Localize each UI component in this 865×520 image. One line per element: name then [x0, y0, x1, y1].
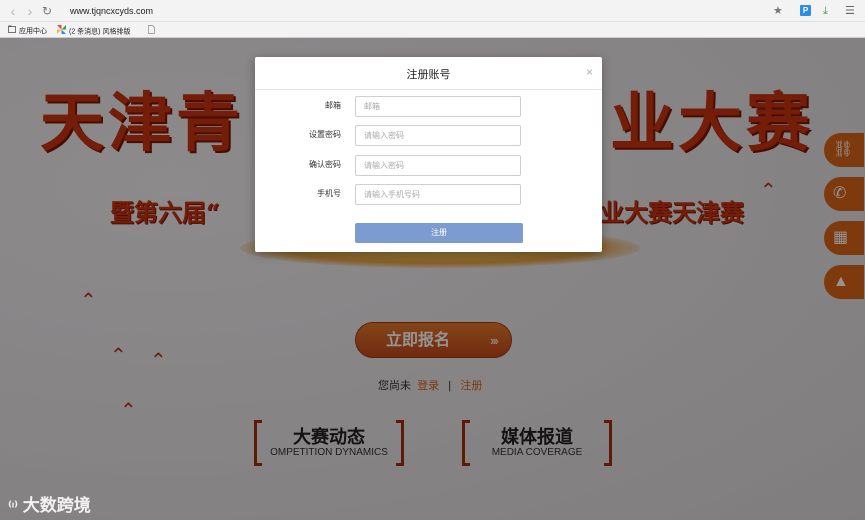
bookmark-label: 应用中心 [19, 27, 47, 35]
extension-p-icon[interactable]: P [800, 5, 811, 16]
phone-label: 手机号 [317, 189, 341, 198]
bookmark-style-layout[interactable]: (2 条消息) 风格排版 [57, 25, 130, 38]
bookmarks-bar: 应用中心 (2 条消息) 风格排版 [0, 22, 865, 38]
back-icon[interactable]: ‹ [6, 3, 20, 19]
modal-title: 注册账号 [406, 69, 451, 81]
password-field[interactable] [355, 125, 521, 146]
confirm-password-label: 确认密码 [309, 160, 341, 169]
email-field[interactable] [355, 96, 521, 117]
menu-icon[interactable]: ☰ [845, 3, 855, 19]
reload-icon[interactable]: ↻ [40, 3, 54, 19]
download-icon[interactable]: ⤓ [823, 3, 828, 19]
bookmark-app-center[interactable]: 应用中心 [8, 25, 47, 37]
watermark-logo-icon: ⁽ᶦ⁾ [8, 498, 19, 514]
bookmark-label: (2 条消息) 风格排版 [69, 28, 131, 36]
password-label: 设置密码 [309, 130, 341, 139]
register-modal: 注册账号 × 邮箱 设置密码 确认密码 手机号 注册 [255, 57, 602, 252]
watermark-text: 大数跨境 [22, 496, 91, 515]
browser-toolbar: ‹ › ↻ www.tjqncxcyds.com ★ P ⤓ ☰ [0, 0, 865, 22]
folder-icon [8, 25, 16, 37]
email-label: 邮箱 [325, 101, 341, 110]
phone-field[interactable] [355, 184, 521, 205]
modal-header: 注册账号 × [255, 57, 602, 90]
star-icon[interactable]: ★ [773, 3, 783, 19]
close-icon[interactable]: × [586, 65, 593, 79]
pinwheel-icon [57, 25, 66, 38]
address-bar[interactable]: www.tjqncxcyds.com [70, 4, 153, 18]
document-icon[interactable] [148, 25, 155, 38]
watermark: ⁽ᶦ⁾ 大数跨境 [8, 491, 91, 516]
confirm-password-field[interactable] [355, 155, 521, 176]
forward-icon[interactable]: › [23, 3, 37, 19]
register-submit-button[interactable]: 注册 [355, 223, 523, 243]
